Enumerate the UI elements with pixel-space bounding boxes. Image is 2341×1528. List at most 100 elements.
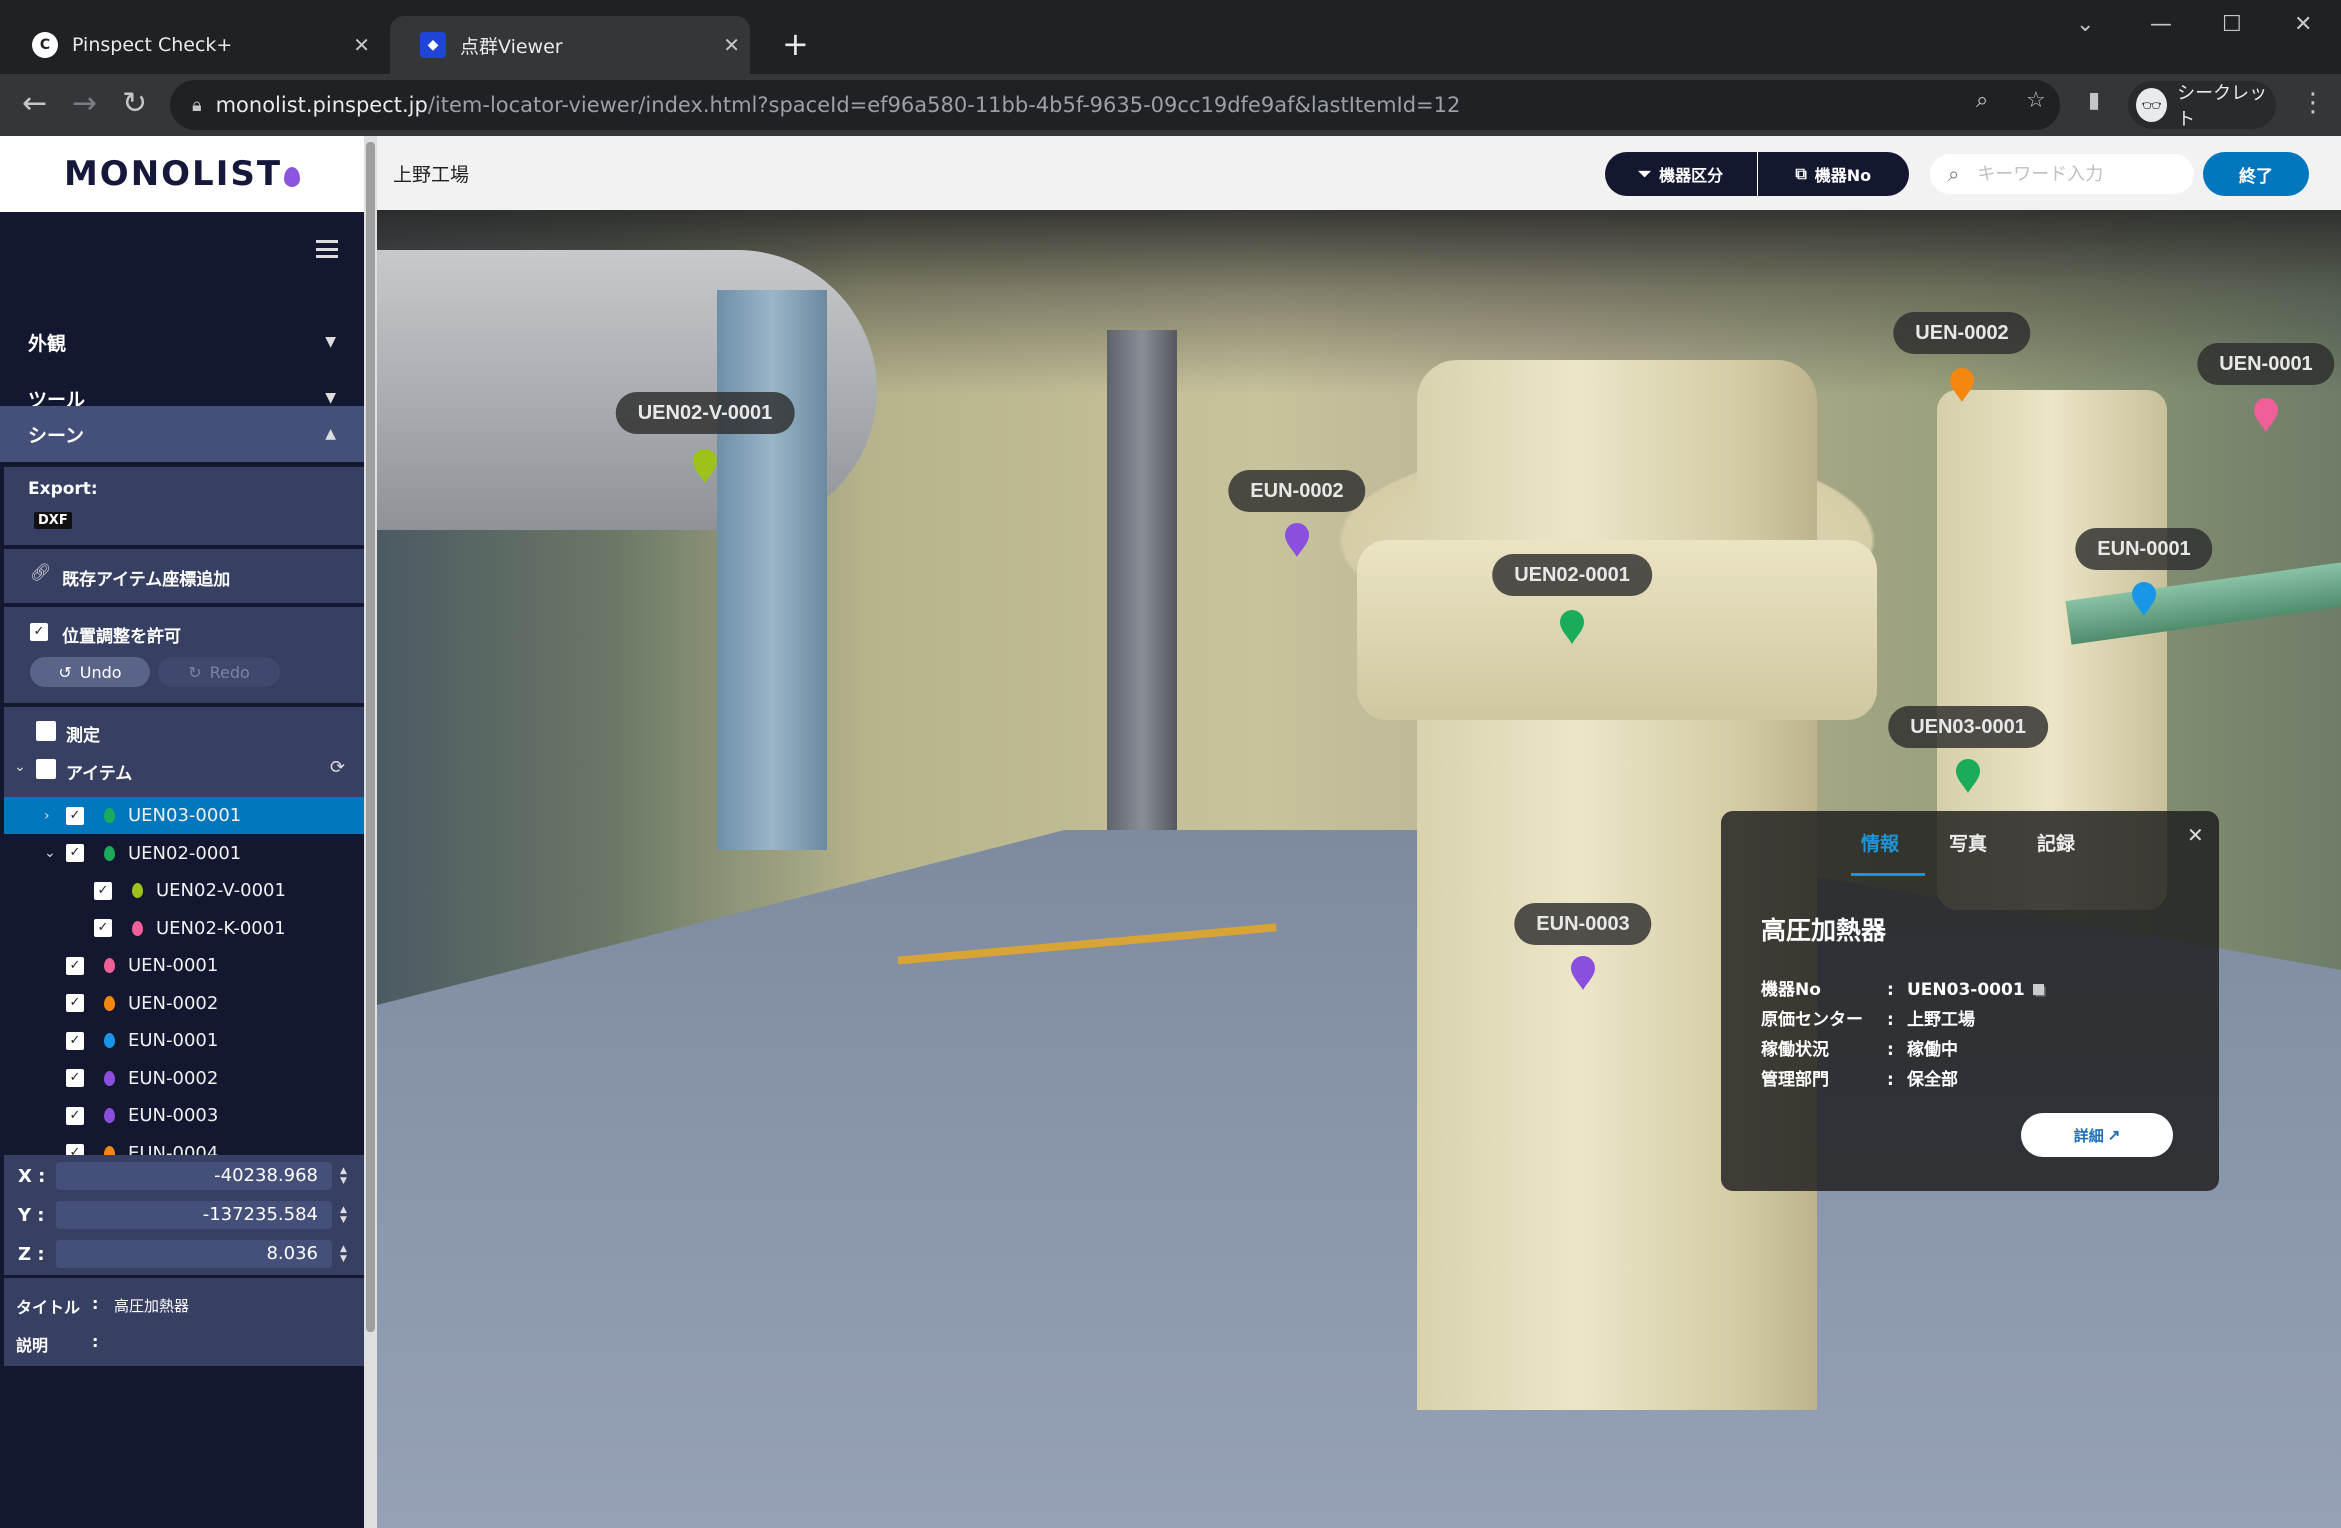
coord-y-spinner[interactable]: ▲ ▼ [340,1205,347,1225]
chevron-down-icon: ▼ [325,390,336,406]
tree-item[interactable]: ⌄ ✓ UEN02-0001 [4,835,364,872]
popup-tab-record[interactable]: 記録 [2037,829,2075,856]
redo-icon: ↻ [188,662,202,682]
chevron-up-icon: ▲ [325,426,336,442]
marker-label[interactable]: EUN-0002 [1228,470,1366,512]
coord-z-row: Z : 8.036 ▲ ▼ [4,1235,360,1273]
filter-category-button[interactable]: ⏷ 機器区分 [1605,152,1757,196]
hamburger-menu-icon[interactable] [316,240,338,258]
detail-button[interactable]: 詳細 ↗ [2021,1113,2173,1157]
marker-label[interactable]: EUN-0003 [1514,903,1652,945]
coord-x-row: X : -40238.968 ▲ ▼ [4,1157,360,1195]
maximize-icon[interactable]: ☐ [2222,12,2242,37]
lock-icon: 🔒︎ [192,94,202,116]
marker-pin-icon[interactable] [1949,367,1975,403]
section-scene[interactable]: シーン ▲ [0,406,364,462]
tree-item[interactable]: ✓ EUN-0003 [4,1097,364,1134]
undo-button[interactable]: ↺ Undo [30,657,150,687]
point-cloud-viewport[interactable]: UEN02-V-0001 EUN-0002 UEN02-0001 UEN-0002 UE… [377,210,2341,1528]
coord-z-spinner[interactable]: ▲ ▼ [340,1244,347,1264]
tab-title: 点群Viewer [460,35,563,58]
redo-button[interactable]: ↻ Redo [158,657,280,687]
close-tab-icon[interactable]: ✕ [353,33,370,57]
minimize-icon[interactable]: — [2150,12,2172,37]
tree-item-checkbox[interactable]: ✓ [94,881,112,900]
marker-label[interactable]: UEN03-0001 [1888,706,2048,748]
popup-tab-photo[interactable]: 写真 [1949,829,1987,856]
coord-x-spinner[interactable]: ▲ ▼ [340,1166,347,1186]
filter-number-button[interactable]: ⧉ 機器No [1756,152,1910,196]
tab-search-chevron-icon[interactable]: ⌄ [2076,12,2094,37]
items-checkbox[interactable] [36,759,56,779]
tree-item[interactable]: ✓ UEN02-V-0001 [4,872,364,909]
marker-pin-icon[interactable] [1570,955,1596,991]
items-expand-chevron-icon[interactable]: ⌄ [14,759,26,775]
tree-item-checkbox[interactable]: ✓ [94,919,112,937]
tree-item[interactable]: ✓ UEN-0001 [4,947,364,984]
tree-item-checkbox[interactable]: ✓ [66,1031,84,1050]
side-panel-icon[interactable]: ▮ [2088,88,2100,113]
tree-item[interactable]: › ✓ UEN03-0001 [4,797,364,834]
marker-pin-icon[interactable] [1559,609,1585,645]
field-key: 管理部門 [1761,1070,1829,1090]
bookmark-star-icon[interactable]: ☆ [2026,88,2046,113]
tree-item-checkbox[interactable]: ✓ [66,1106,84,1125]
popup-close-icon[interactable]: ✕ [2187,823,2204,847]
tree-item-checkbox[interactable]: ✓ [66,956,84,975]
coord-y-label: Y : [18,1204,45,1226]
add-coords-panel[interactable]: 🔗︎ 既存アイテム座標追加 [4,549,364,603]
marker-label[interactable]: UEN-0001 [2197,343,2335,385]
tree-item-checkbox[interactable]: ✓ [66,1069,84,1087]
marker-label[interactable]: UEN-0002 [1893,312,2031,354]
marker-pin-icon[interactable] [692,448,718,484]
marker-pin-icon[interactable] [1955,758,1981,794]
browser-menu-icon[interactable]: ⋮ [2300,88,2326,118]
measure-checkbox[interactable] [36,721,56,741]
marker-label[interactable]: UEN02-0001 [1492,554,1652,596]
window-close-icon[interactable]: ✕ [2294,12,2312,37]
keyword-search-input[interactable] [1977,163,2168,185]
marker-pin-icon[interactable] [1284,522,1310,558]
tree-item-checkbox[interactable]: ✓ [66,806,84,825]
marker-pin-icon[interactable] [2253,397,2279,433]
tree-item-checkbox[interactable]: ✓ [66,844,84,862]
chevron-down-icon[interactable]: ⌄ [44,845,56,861]
marker-label[interactable]: EUN-0001 [2075,528,2213,570]
chevron-right-icon[interactable]: › [44,808,50,824]
browser-tab-viewer[interactable]: ◆ 点群Viewer ✕ [390,16,750,74]
copy-icon[interactable] [2032,984,2044,995]
measure-label: 測定 [66,726,100,746]
tree-item[interactable]: ✓ UEN02-K-0001 [4,910,364,947]
forward-icon[interactable]: → [72,84,97,124]
tree-item-checkbox[interactable]: ✓ [66,994,84,1012]
popup-tab-info[interactable]: 情報 [1861,829,1899,856]
browser-tab-pinspect[interactable]: C Pinspect Check+ ✕ [20,16,380,74]
allow-adjust-checkbox[interactable]: ✓ [30,623,48,641]
zoom-magnifier-icon[interactable]: ⌕ [1976,88,1988,113]
field-value: UEN03-0001 [1907,980,2025,1000]
coord-x-input[interactable]: -40238.968 [56,1162,332,1190]
sidebar-scrollbar-thumb[interactable] [366,142,375,1332]
export-dxf-button[interactable]: DXF [34,512,72,529]
tree-item[interactable]: ✓ UEN-0002 [4,985,364,1022]
tree-item[interactable]: ✓ EUN-0002 [4,1060,364,1097]
back-icon[interactable]: ← [22,84,47,124]
url-input[interactable]: 🔒︎ monolist.pinspect.jp/item-locator-vie… [170,80,2060,130]
profile-label: シークレット [2177,83,2268,130]
toggle-icon: ⧉ [1795,164,1807,183]
marker-label[interactable]: UEN02-V-0001 [615,392,795,434]
close-tab-icon[interactable]: ✕ [723,33,740,57]
section-appearance[interactable]: 外観 ▼ [0,314,364,370]
popup-tabs: 情報 写真 記録 [1721,829,2219,876]
end-button[interactable]: 終了 [2203,152,2309,196]
active-tab-underline [1851,873,1925,876]
tree-item[interactable]: ✓ EUN-0001 [4,1022,364,1059]
refresh-icon[interactable]: ⟳ [330,757,345,778]
coord-z-input[interactable]: 8.036 [56,1240,332,1268]
incognito-profile-button[interactable]: 👓︎ シークレット [2128,81,2276,130]
coord-y-input[interactable]: -137235.584 [56,1201,332,1229]
reload-icon[interactable]: ↻ [122,84,147,124]
new-tab-button[interactable]: + [782,24,809,64]
marker-pin-icon[interactable] [2131,581,2157,617]
sidebar-scrollbar[interactable] [364,136,377,1528]
